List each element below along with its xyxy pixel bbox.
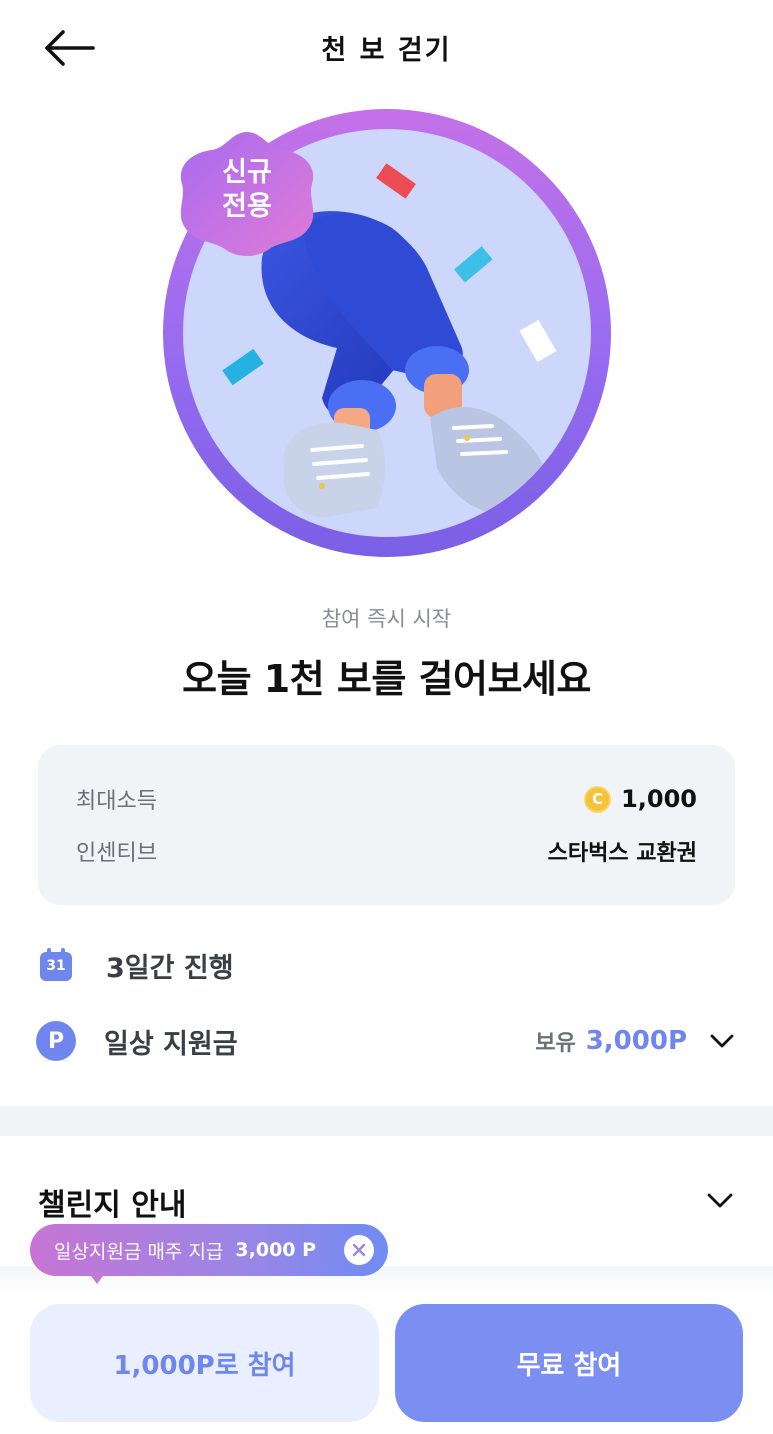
join-free-button[interactable]: 무료 참여: [395, 1304, 743, 1422]
join-with-points-button[interactable]: 1,000P로 참여: [30, 1304, 379, 1422]
new-user-badge-text: 신규 전용: [172, 156, 322, 224]
owned-label: 보유: [535, 1031, 576, 1056]
badge-line-1: 신규: [222, 157, 272, 188]
incentive-label: 인센티브: [76, 841, 157, 866]
close-icon[interactable]: [344, 1235, 374, 1265]
support-fund-row[interactable]: P 일상 지원금 보유 3,000P: [36, 1016, 735, 1066]
challenge-guide-title: 챌린지 안내: [38, 1188, 187, 1223]
challenge-title: 오늘 1천 보를 걸어보세요: [182, 657, 591, 701]
tooltip-tail: [88, 1272, 106, 1284]
coin-icon: C: [584, 785, 612, 813]
duration-text: 3일간 진행: [106, 952, 234, 984]
max-income-label: 최대소득: [76, 789, 157, 814]
chevron-down-icon[interactable]: [704, 1188, 736, 1216]
owned-points: 보유 3,000P: [535, 1025, 735, 1057]
chevron-down-icon[interactable]: [709, 1033, 735, 1049]
point-icon: P: [36, 1021, 76, 1061]
owned-value: 3,000P: [585, 1026, 687, 1056]
support-fund-tooltip: 일상지원금 매주 지급 3,000 P: [30, 1224, 388, 1276]
tooltip-text: 일상지원금 매주 지급: [54, 1240, 224, 1263]
calendar-day-text: 31: [46, 958, 66, 974]
incentive-value: 스타벅스 교환권: [547, 841, 697, 866]
reward-info-card: [38, 745, 735, 905]
page-title: 천 보 걷기: [321, 35, 452, 66]
max-income-row: 최대소득 C 1,000: [76, 779, 697, 819]
max-income-value: 1,000: [621, 785, 697, 813]
support-fund-text: 일상 지원금: [104, 1028, 238, 1060]
duration-row: 31 3일간 진행: [38, 940, 735, 990]
max-income-value-group: C 1,000: [584, 785, 697, 813]
incentive-row: 인센티브 스타벅스 교환권: [76, 831, 697, 871]
app-header: 천 보 걷기: [0, 0, 773, 96]
section-divider: [0, 1106, 773, 1136]
calendar-icon: 31: [38, 947, 74, 983]
challenge-subtitle: 참여 즉시 시작: [321, 607, 452, 631]
badge-line-2: 전용: [222, 191, 272, 222]
tooltip-amount: 3,000 P: [235, 1239, 317, 1261]
